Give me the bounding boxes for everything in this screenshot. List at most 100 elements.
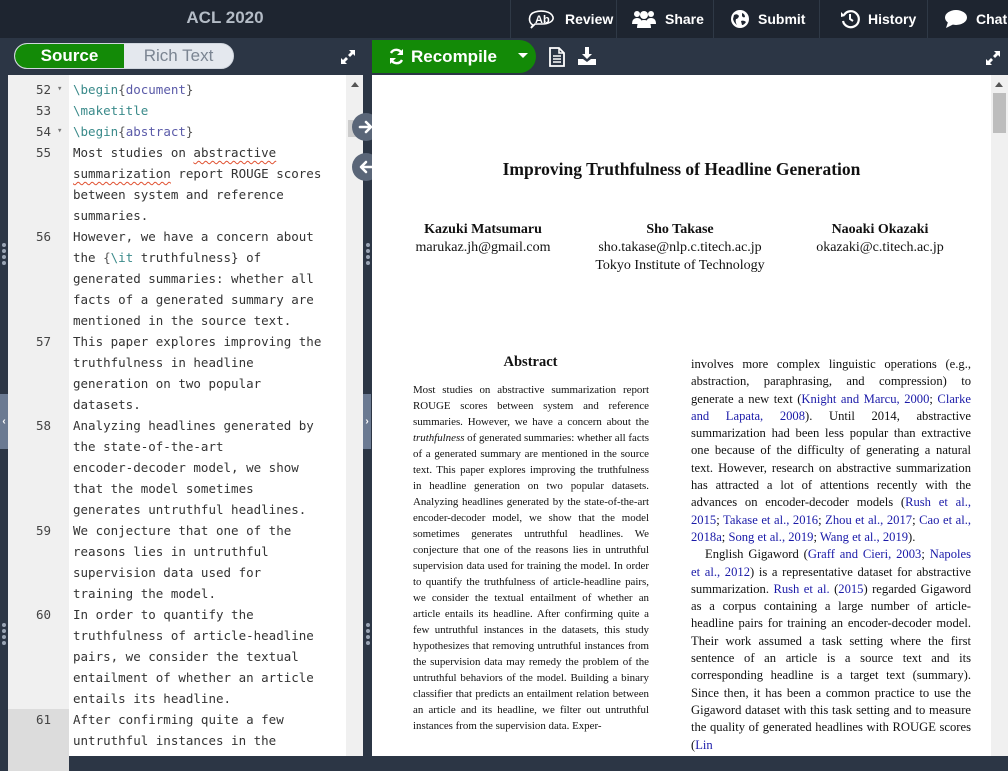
recompile-dropdown-caret-icon[interactable] <box>518 53 528 58</box>
code-line-text[interactable]: datasets. <box>69 394 346 415</box>
expand-editor-icon[interactable] <box>338 47 358 67</box>
code-line[interactable]: In order to quantify the 60 truthfulness o… <box>36 604 346 709</box>
code-line-text[interactable]: between system and reference <box>69 184 346 205</box>
scroll-up-arrow-icon[interactable] <box>995 82 1003 87</box>
line-number-fold-toggle[interactable]: 54 <box>8 121 69 142</box>
citation-link[interactable]: Rush et al. <box>773 582 829 596</box>
code-line-text[interactable]: After confirming quite a few 61 <box>8 709 346 771</box>
code-line-text[interactable]: training the model. <box>69 583 346 604</box>
chat-button[interactable]: Chat <box>927 0 1008 38</box>
code-line-text[interactable]: Analyzing headlines generated by 58 <box>36 415 346 436</box>
code-line-text[interactable]: However, we have a concern about 56 <box>36 226 346 247</box>
code-line-text[interactable]: This paper explores improving the 57 <box>36 331 346 352</box>
code-line-text[interactable]: untruthful instances in the <box>69 730 346 751</box>
pdf-scrollbar[interactable] <box>991 75 1008 756</box>
splitter-grip[interactable] <box>0 243 8 265</box>
citation-link[interactable]: 2015 <box>838 582 863 596</box>
code-line[interactable]: \maketitle 53 <box>36 100 346 121</box>
code-line-text[interactable]: \begin{abstract} 54 <box>36 121 346 142</box>
author-name: Naoaki Okazaki <box>831 222 929 237</box>
source-mode-tab[interactable]: Source <box>15 44 124 68</box>
code-line[interactable]: This paper explores improving the 57 truth… <box>36 331 346 415</box>
code-line-text[interactable]: We conjecture that one of the 59 <box>36 520 346 541</box>
code-line-text[interactable]: encoder-decoder model, we show <box>69 457 346 478</box>
code-line-text[interactable]: \begin{document} 52 <box>36 79 346 100</box>
history-button[interactable]: History <box>819 0 927 38</box>
pdf-preview[interactable]: Improving Truthfulness of Headline Gener… <box>372 75 1008 756</box>
line-number: 59 <box>36 523 52 538</box>
code-line[interactable]: We conjecture that one of the 59 reasons l… <box>36 520 346 604</box>
project-title: ACL 2020 <box>186 8 264 27</box>
share-label: Share <box>665 11 704 27</box>
code-line[interactable]: Most studies on abstractive 55 summarizati… <box>36 142 346 226</box>
line-number-fold-toggle[interactable]: 52 <box>8 79 69 100</box>
code-line[interactable]: \begin{document} 52 <box>36 79 346 100</box>
recompile-label: Recompile <box>411 46 497 66</box>
globe-icon <box>730 9 750 29</box>
abstract-heading: Abstract <box>503 354 558 370</box>
code-line[interactable]: Analyzing headlines generated by 58 the st… <box>36 415 346 520</box>
download-pdf-icon[interactable] <box>577 46 597 71</box>
code-line-text[interactable]: summaries. <box>69 205 346 226</box>
code-line-text[interactable]: generation on two popular <box>69 373 346 394</box>
code-line-text[interactable]: facts of a generated summary are <box>69 289 346 310</box>
citation-link[interactable]: Knight and Marcu, 2000 <box>801 392 929 406</box>
code-line[interactable]: After confirming quite a few 61 untruthful… <box>8 709 346 771</box>
collapse-right-tab[interactable]: › <box>363 394 371 449</box>
submit-button[interactable]: Submit <box>713 0 819 38</box>
author-name: Sho Takase <box>646 222 714 237</box>
code-line-text[interactable]: pairs, we consider the textual <box>69 646 346 667</box>
author-block: Kazuki Matsumaru marukaz.jh@gmail.com <box>408 221 558 257</box>
citation-link[interactable]: Wang et al., 2019 <box>820 530 908 544</box>
splitter-grip[interactable] <box>364 623 372 645</box>
code-line-text[interactable]: truthfulness of article-headline <box>69 625 346 646</box>
users-icon <box>631 9 657 29</box>
chat-bubble-icon <box>944 9 968 29</box>
expand-pdf-icon[interactable] <box>983 48 1003 68</box>
code-line-text[interactable]: the {\it truthfulness} of <box>69 247 346 268</box>
code-line-text[interactable]: In order to quantify the 60 <box>36 604 346 625</box>
line-number: 61 <box>8 709 69 771</box>
collapse-left-tab[interactable]: ‹ <box>0 394 8 449</box>
citation-link[interactable]: Takase et al., 2016 <box>723 513 818 527</box>
recompile-button[interactable]: Recompile <box>372 40 536 73</box>
source-editor[interactable]: \begin{document}52\maketitle53\begin{abs… <box>8 75 363 771</box>
logs-document-icon[interactable] <box>548 46 566 73</box>
code-line-text[interactable]: reasons lies in untruthful <box>69 541 346 562</box>
code-line-text[interactable]: generates untruthful headlines. <box>69 499 346 520</box>
code-line-text[interactable]: summarization report ROUGE scores <box>69 163 346 184</box>
pdf-scroll-thumb[interactable] <box>993 93 1006 133</box>
splitter-grip[interactable] <box>364 243 372 265</box>
code-line-text[interactable]: that the model sometimes <box>69 478 346 499</box>
scroll-up-arrow-icon[interactable] <box>351 82 359 87</box>
code-line-text[interactable]: supervision data used for <box>69 562 346 583</box>
code-line-text[interactable]: Most studies on abstractive 55 <box>36 142 346 163</box>
splitter-grip[interactable] <box>0 623 8 645</box>
citation-link[interactable]: Graff and Cieri, 2003 <box>808 547 921 561</box>
code-line-text[interactable]: generated summaries: whether all <box>69 268 346 289</box>
citation-link[interactable]: Zhou et al., 2017 <box>825 513 912 527</box>
left-splitter[interactable]: ‹ <box>0 75 8 756</box>
rich-text-mode-tab[interactable]: Rich Text <box>124 44 233 68</box>
citation-link[interactable]: Lin <box>695 738 713 752</box>
citation-link[interactable]: Song et al., 2019 <box>728 530 813 544</box>
code-line-text[interactable]: the state-of-the-art <box>69 436 346 457</box>
author-block: Naoaki Okazaki okazaki@c.titech.ac.jp <box>765 221 995 257</box>
share-button[interactable]: Share <box>616 0 713 38</box>
abstract-body: Most studies on abstractive summarizatio… <box>413 382 649 734</box>
code-line[interactable]: \begin{abstract} 54 <box>36 121 346 142</box>
code-line-text[interactable]: \maketitle 53 <box>36 100 346 121</box>
code-area[interactable]: \begin{document}52\maketitle53\begin{abs… <box>8 79 346 771</box>
text: regarded Gigaword as a corpus containing… <box>691 581 971 752</box>
submit-label: Submit <box>758 11 806 27</box>
text: English Gigaword ( <box>705 547 808 562</box>
code-line-text[interactable]: entailment of whether an article <box>69 667 346 688</box>
intro-paragraph: English Gigaword (Graff and Cieri, 2003;… <box>691 547 971 752</box>
code-line[interactable]: However, we have a concern about 56 the {\… <box>36 226 346 331</box>
review-icon: Ab <box>527 9 557 29</box>
author-email: okazaki@c.titech.ac.jp <box>816 240 944 255</box>
code-line-text[interactable]: truthfulness in headline <box>69 352 346 373</box>
code-line-text[interactable]: mentioned in the source text. <box>69 310 346 331</box>
code-line-text[interactable]: entails its headline. <box>69 688 346 709</box>
review-button[interactable]: Ab Review <box>510 0 616 38</box>
